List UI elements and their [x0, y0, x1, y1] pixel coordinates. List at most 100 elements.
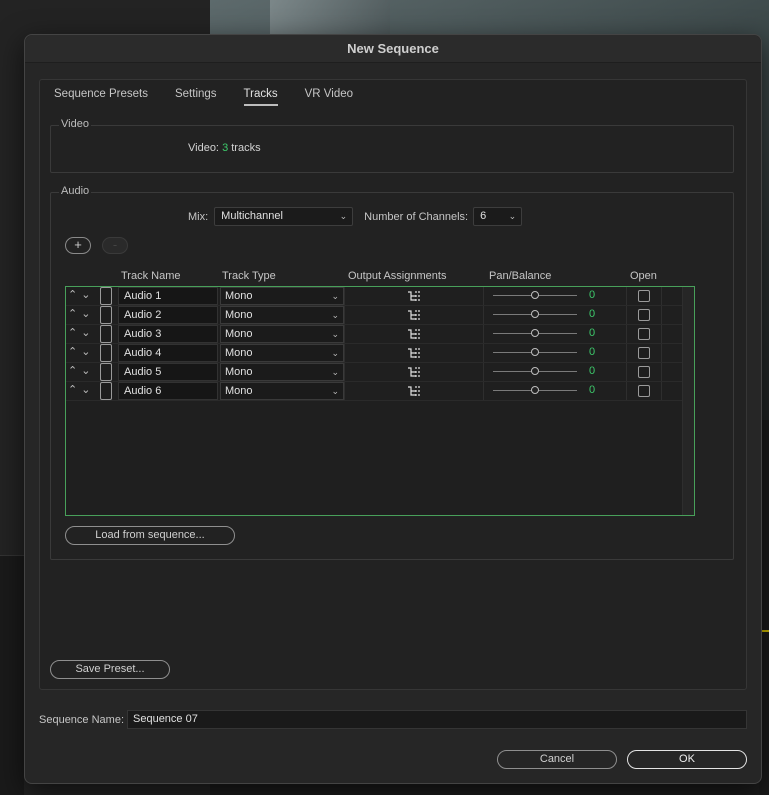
- pan-balance-control: 0: [485, 306, 625, 324]
- track-name-field[interactable]: Audio 5: [118, 363, 218, 381]
- output-assignment[interactable]: [344, 382, 484, 400]
- routing-icon[interactable]: [407, 309, 421, 324]
- track-type-select[interactable]: Mono ⌄: [220, 287, 344, 305]
- track-select-checkbox[interactable]: [100, 344, 112, 362]
- chevron-down-icon[interactable]: ⌄: [81, 365, 94, 377]
- pan-value[interactable]: 0: [589, 365, 595, 377]
- output-assignment[interactable]: [344, 287, 484, 305]
- chevron-down-icon: ⌄: [508, 211, 517, 221]
- track-type-select[interactable]: Mono ⌄: [220, 306, 344, 324]
- open-checkbox[interactable]: [638, 385, 650, 397]
- chevron-up-icon[interactable]: ⌃: [68, 308, 81, 320]
- output-assignment[interactable]: [344, 363, 484, 381]
- track-select-checkbox[interactable]: [100, 325, 112, 343]
- open-checkbox[interactable]: [638, 328, 650, 340]
- track-name-field[interactable]: Audio 3: [118, 325, 218, 343]
- dialog-title: New Sequence: [25, 35, 761, 63]
- channels-select[interactable]: 6 ⌄: [473, 207, 523, 226]
- mix-select[interactable]: Multichannel ⌄: [214, 207, 354, 226]
- track-type-select[interactable]: Mono ⌄: [220, 344, 344, 362]
- track-type-value: Mono: [225, 328, 253, 340]
- pan-slider-knob[interactable]: [531, 291, 539, 299]
- chevron-down-icon[interactable]: ⌄: [81, 289, 94, 301]
- pan-value[interactable]: 0: [589, 327, 595, 339]
- track-select-checkbox[interactable]: [100, 287, 112, 305]
- mix-label: Mix:: [188, 210, 209, 223]
- pan-slider-knob[interactable]: [531, 329, 539, 337]
- track-name-field[interactable]: Audio 2: [118, 306, 218, 324]
- output-assignment[interactable]: [344, 325, 484, 343]
- track-type-value: Mono: [225, 385, 253, 397]
- open-checkbox[interactable]: [638, 290, 650, 302]
- pan-slider-knob[interactable]: [531, 310, 539, 318]
- track-name-field[interactable]: Audio 6: [118, 382, 218, 400]
- chevron-up-icon[interactable]: ⌃: [68, 346, 81, 358]
- video-count-value[interactable]: 3: [222, 142, 228, 154]
- track-row: ⌃⌄ Audio 2 Mono ⌄ 0: [66, 306, 682, 325]
- column-open: Open: [630, 270, 657, 282]
- chevron-down-icon[interactable]: ⌄: [81, 327, 94, 339]
- routing-icon[interactable]: [407, 366, 421, 381]
- track-reorder-arrows[interactable]: ⌃⌄: [68, 287, 96, 305]
- pan-balance-control: 0: [485, 363, 625, 381]
- pan-value[interactable]: 0: [589, 289, 595, 301]
- track-type-select[interactable]: Mono ⌄: [220, 382, 344, 400]
- track-name-field[interactable]: Audio 1: [118, 287, 218, 305]
- tab-tracks[interactable]: Tracks: [243, 88, 278, 106]
- ok-button[interactable]: OK: [627, 750, 747, 769]
- cancel-button[interactable]: Cancel: [497, 750, 617, 769]
- chevron-down-icon[interactable]: ⌄: [81, 308, 94, 320]
- mix-value: Multichannel: [221, 210, 283, 222]
- track-select-checkbox[interactable]: [100, 382, 112, 400]
- chevron-up-icon[interactable]: ⌃: [68, 289, 81, 301]
- tab-vr-video[interactable]: VR Video: [305, 88, 353, 106]
- video-group: Video Video: 3 tracks: [50, 118, 734, 173]
- track-reorder-arrows[interactable]: ⌃⌄: [68, 306, 96, 324]
- pan-value[interactable]: 0: [589, 384, 595, 396]
- background-marker: [761, 630, 769, 632]
- routing-icon[interactable]: [407, 385, 421, 400]
- pan-slider-knob[interactable]: [531, 386, 539, 394]
- remove-track-button[interactable]: -: [102, 237, 128, 254]
- pan-value[interactable]: 0: [589, 346, 595, 358]
- track-type-select[interactable]: Mono ⌄: [220, 363, 344, 381]
- output-assignment[interactable]: [344, 306, 484, 324]
- tab-settings[interactable]: Settings: [175, 88, 217, 106]
- video-group-label: Video: [59, 118, 91, 130]
- add-track-button[interactable]: +: [65, 237, 91, 254]
- track-reorder-arrows[interactable]: ⌃⌄: [68, 382, 96, 400]
- tab-sequence-presets[interactable]: Sequence Presets: [54, 88, 148, 106]
- chevron-up-icon[interactable]: ⌃: [68, 327, 81, 339]
- routing-icon[interactable]: [407, 290, 421, 305]
- track-reorder-arrows[interactable]: ⌃⌄: [68, 325, 96, 343]
- column-track-name: Track Name: [121, 270, 181, 282]
- sequence-name-field[interactable]: Sequence 07: [127, 710, 747, 729]
- chevron-up-icon[interactable]: ⌃: [68, 384, 81, 396]
- open-checkbox[interactable]: [638, 366, 650, 378]
- track-reorder-arrows[interactable]: ⌃⌄: [68, 363, 96, 381]
- track-reorder-arrows[interactable]: ⌃⌄: [68, 344, 96, 362]
- track-select-checkbox[interactable]: [100, 306, 112, 324]
- chevron-down-icon: ⌄: [331, 310, 339, 320]
- pan-value[interactable]: 0: [589, 308, 595, 320]
- track-type-select[interactable]: Mono ⌄: [220, 325, 344, 343]
- routing-icon[interactable]: [407, 347, 421, 362]
- track-select-checkbox[interactable]: [100, 363, 112, 381]
- channels-value: 6: [480, 210, 487, 222]
- track-name-field[interactable]: Audio 4: [118, 344, 218, 362]
- track-list-scrollbar[interactable]: [682, 287, 694, 515]
- load-from-sequence-button[interactable]: Load from sequence...: [65, 526, 235, 545]
- chevron-down-icon[interactable]: ⌄: [81, 384, 94, 396]
- chevron-down-icon[interactable]: ⌄: [81, 346, 94, 358]
- output-assignment[interactable]: [344, 344, 484, 362]
- save-preset-button[interactable]: Save Preset...: [50, 660, 170, 679]
- pan-slider-knob[interactable]: [531, 367, 539, 375]
- open-checkbox[interactable]: [638, 309, 650, 321]
- open-checkbox[interactable]: [638, 347, 650, 359]
- column-track-type: Track Type: [222, 270, 276, 282]
- routing-icon[interactable]: [407, 328, 421, 343]
- chevron-down-icon: ⌄: [339, 211, 348, 221]
- pan-slider-knob[interactable]: [531, 348, 539, 356]
- pan-balance-control: 0: [485, 382, 625, 400]
- chevron-up-icon[interactable]: ⌃: [68, 365, 81, 377]
